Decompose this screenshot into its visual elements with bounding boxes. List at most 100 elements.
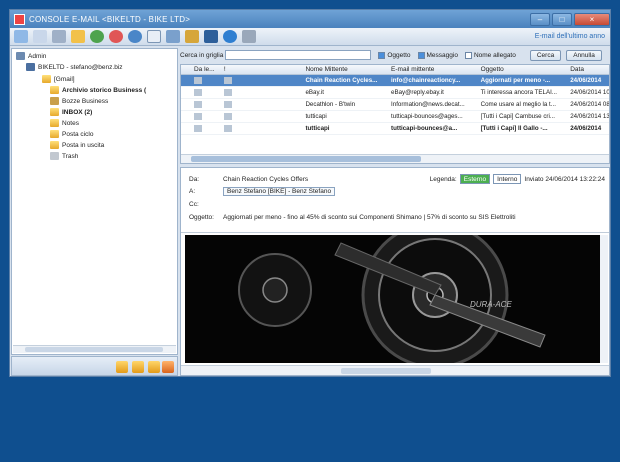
- checkbox-allegato[interactable]: [464, 51, 472, 59]
- cc-label: Cc:: [189, 200, 199, 208]
- search-button[interactable]: Cerca: [529, 49, 562, 61]
- delete-icon[interactable]: [52, 30, 66, 43]
- option-allegato[interactable]: Nome allegato: [464, 51, 516, 59]
- scroll-thumb[interactable]: [25, 347, 163, 352]
- from-value: Chain Reaction Cycles Offers: [223, 175, 309, 183]
- tree-folder-posta-ciclo[interactable]: Posta ciclo: [50, 129, 93, 139]
- exit-icon[interactable]: [242, 30, 256, 43]
- cell-date: 24/06/2014: [570, 125, 602, 132]
- copy-icon[interactable]: [33, 30, 47, 43]
- table-row[interactable]: Decathlon - B'twin Information@news.deca…: [181, 99, 609, 111]
- option-oggetto[interactable]: Oggetto: [378, 51, 411, 59]
- cell-email: info@chainreactioncy...: [391, 77, 461, 84]
- grid-icon[interactable]: [185, 30, 199, 43]
- read-status-icon: [193, 89, 202, 96]
- reply-icon[interactable]: [128, 30, 142, 43]
- cell-email: Information@news.decat...: [391, 101, 465, 108]
- grid-horizontal-scrollbar[interactable]: [181, 154, 609, 163]
- folder-icon[interactable]: [71, 30, 85, 43]
- tree-folder-trash[interactable]: Trash: [50, 151, 78, 161]
- email-period-label: E-mail dell'ultimo anno: [534, 33, 605, 40]
- cell-sender: tutticapi: [305, 125, 330, 132]
- tree-account[interactable]: BIKELTD - stefano@benz.biz: [26, 62, 123, 72]
- divider: [181, 232, 609, 233]
- tree-root[interactable]: Admin: [16, 51, 46, 61]
- folder-icon: [50, 119, 59, 127]
- col-header-select[interactable]: [181, 65, 191, 74]
- user-icon: [16, 52, 25, 60]
- read-status-icon: [193, 77, 202, 84]
- checkbox-messaggio[interactable]: [417, 51, 425, 59]
- tree-folder-gmail[interactable]: [Gmail]: [42, 74, 75, 84]
- legend-internal: Interno: [493, 174, 522, 184]
- maximize-button[interactable]: □: [552, 12, 572, 26]
- scroll-thumb[interactable]: [341, 368, 431, 374]
- drafts-icon: [50, 97, 59, 105]
- cell-sender: eBay.it: [305, 89, 324, 96]
- scroll-thumb[interactable]: [191, 156, 421, 162]
- forward-icon[interactable]: [109, 30, 123, 43]
- cell-sender: tutticapi: [305, 113, 327, 120]
- recipient-chip[interactable]: Benz Stefano [BIKE] - Benz Stefano: [223, 186, 336, 196]
- cell-sender: Decathlon - B'twin: [305, 101, 356, 108]
- cell-subject: Aggiornati per meno -...: [480, 77, 551, 84]
- read-status-icon: [193, 113, 202, 120]
- app-window: CONSOLE E-MAIL <BIKELTD - BIKE LTD> – □ …: [9, 9, 611, 377]
- help-icon[interactable]: [223, 30, 237, 43]
- cell-date: 24/06/2014: [570, 77, 602, 84]
- option-messaggio[interactable]: Messaggio: [417, 51, 458, 59]
- cell-email: tutticapi-bounces@ages...: [391, 113, 463, 120]
- tree-folder-archive[interactable]: Archivio storico Business (: [50, 85, 146, 95]
- table-row[interactable]: tutticapi tutticapi-bounces@ages... [Tut…: [181, 111, 609, 123]
- col-header-spacer: [247, 65, 303, 74]
- inbox-icon: [50, 108, 59, 116]
- envelope-icon[interactable]: [147, 30, 161, 43]
- preview-horizontal-scrollbar[interactable]: [181, 365, 609, 375]
- toolbar: E-mail dell'ultimo anno: [10, 28, 610, 46]
- folder-edit-icon[interactable]: [148, 361, 160, 373]
- window-controls: – □ ×: [528, 12, 610, 26]
- title-bar: CONSOLE E-MAIL <BIKELTD - BIKE LTD> – □ …: [10, 10, 610, 28]
- tree-folder-inbox[interactable]: INBOX (2): [50, 107, 92, 117]
- tree-folder-notes[interactable]: Notes: [50, 118, 79, 128]
- search-input[interactable]: [225, 50, 372, 60]
- new-icon[interactable]: [14, 30, 28, 43]
- monitor-icon[interactable]: [204, 30, 218, 43]
- calendar-icon[interactable]: [166, 30, 180, 43]
- flag-icon: [223, 113, 232, 120]
- message-preview: Da: Chain Reaction Cycles Offers A: Benz…: [180, 167, 610, 376]
- read-status-icon: [193, 101, 202, 108]
- cell-date: 24/06/2014 08:23:34: [570, 101, 610, 108]
- close-button[interactable]: ×: [574, 12, 610, 26]
- crankset-image: DURA-ACE: [185, 235, 601, 363]
- cancel-button[interactable]: Annulla: [566, 49, 602, 61]
- cell-subject: [Tutti i Capi] Cambuse cri...: [480, 113, 556, 120]
- tree-folder-drafts[interactable]: Bozze Business: [50, 96, 108, 106]
- preview-vertical-scrollbar[interactable]: [600, 235, 608, 363]
- col-header-subject[interactable]: Oggetto: [478, 65, 568, 74]
- email-body-image: DURA-ACE: [185, 235, 601, 363]
- col-header-email[interactable]: E-mail mittente: [388, 65, 478, 74]
- folder-delete-icon[interactable]: [162, 361, 174, 373]
- send-receive-icon[interactable]: [90, 30, 104, 43]
- tree-horizontal-scrollbar[interactable]: [13, 345, 176, 353]
- tree-folder-outbox[interactable]: Posta in uscita: [50, 140, 104, 150]
- folder-tree: Admin BIKELTD - stefano@benz.biz [Gmail]…: [11, 48, 178, 355]
- folder-up-icon[interactable]: [116, 361, 128, 373]
- cell-email: eBay@reply.ebay.it: [391, 89, 444, 96]
- col-header-date[interactable]: Data: [567, 65, 609, 74]
- folder-add-icon[interactable]: [132, 361, 144, 373]
- col-header-sender[interactable]: Nome Mittente: [302, 65, 388, 74]
- table-row[interactable]: eBay.it eBay@reply.ebay.it Ti interessa …: [181, 87, 609, 99]
- to-line: A: Benz Stefano [BIKE] - Benz Stefano: [189, 186, 336, 196]
- table-row[interactable]: Chain Reaction Cycles... info@chainreact…: [181, 75, 609, 87]
- cell-sender: Chain Reaction Cycles...: [305, 77, 378, 84]
- table-row[interactable]: tutticapi tutticapi-bounces@a... [Tutti …: [181, 123, 609, 135]
- col-header-from[interactable]: Da le...: [191, 65, 221, 74]
- minimize-button[interactable]: –: [530, 12, 550, 26]
- checkbox-oggetto[interactable]: [378, 51, 386, 59]
- folder-icon: [50, 130, 59, 138]
- col-header-priority[interactable]: !: [221, 65, 247, 74]
- from-label: Da:: [189, 175, 200, 183]
- to-label: A:: [189, 187, 196, 195]
